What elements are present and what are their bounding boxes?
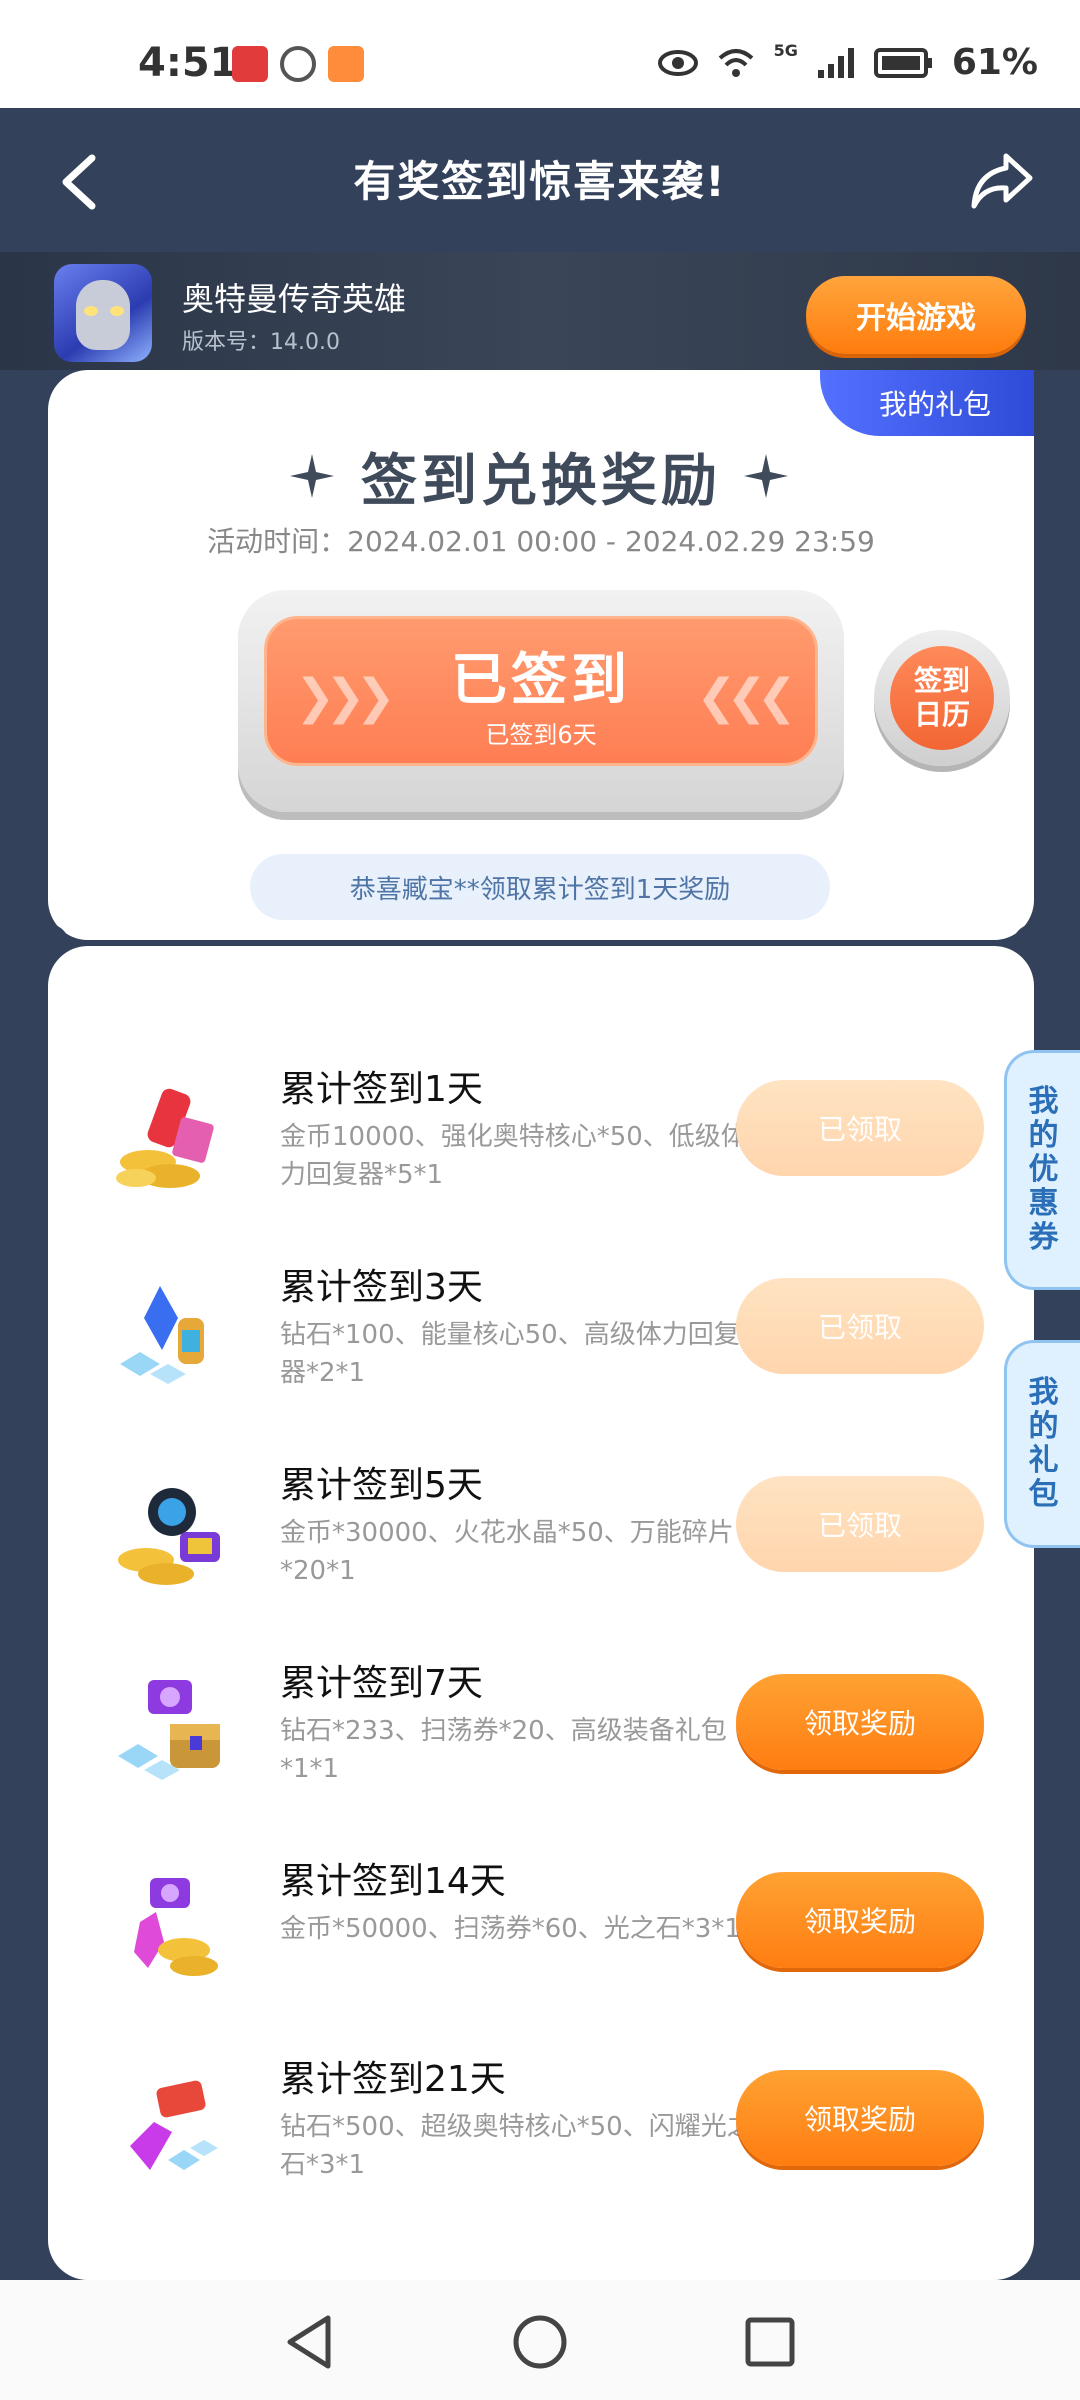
- eye-icon: [657, 49, 698, 76]
- calendar-label-line1: 签到: [913, 664, 970, 697]
- circle-home-icon[interactable]: [508, 2310, 572, 2374]
- reward-row: 累计签到5天 金币*30000、火花水晶*50、万能碎片*20*1 已领取: [48, 1450, 1034, 1648]
- game-logo-icon: [54, 264, 152, 362]
- treasure-chest-icon: [118, 1680, 220, 1780]
- my-coupons-tab[interactable]: 我的优惠券: [1004, 1050, 1080, 1290]
- reward-row: 累计签到14天 金币*50000、扫荡券*60、光之石*3*1 领取奖励: [48, 1846, 1034, 2044]
- reward-desc: 钻石*233、扫荡券*20、高级装备礼包*1*1: [280, 1716, 727, 1784]
- checkin-calendar-button[interactable]: 签到 日历: [874, 630, 1010, 766]
- light-stone-icon: [134, 1878, 218, 1976]
- claimed-button[interactable]: 已领取: [736, 1080, 984, 1176]
- calendar-label-line2: 日历: [913, 698, 970, 731]
- reward-row: 累计签到7天 钻石*233、扫荡券*20、高级装备礼包*1*1 领取奖励: [48, 1648, 1034, 1846]
- triangle-back-icon[interactable]: [278, 2310, 342, 2374]
- reward-row: 累计签到1天 金币10000、强化奥特核心*50、低级体力回复器*5*1 已领取: [48, 1054, 1034, 1252]
- game-bar: 奥特曼传奇英雄 版本号：14.0.0 开始游戏: [0, 252, 1080, 370]
- checkin-card: 我的礼包 签到兑换奖励 活动时间：2024.02.01 00:00 - 2024…: [48, 370, 1034, 940]
- share-icon[interactable]: [968, 150, 1034, 212]
- wechat-icon: [280, 46, 316, 82]
- checkin-button-face: ❯❯❯ 已签到 已签到6天 ❮❮❮: [264, 616, 818, 766]
- status-app-icons: [232, 46, 364, 82]
- card-heading: 签到兑换奖励: [361, 449, 721, 514]
- reward-desc: 金币*30000、火花水晶*50、万能碎片*20*1: [280, 1518, 734, 1586]
- battery-icon: [873, 47, 932, 78]
- congrats-banner: 恭喜臧宝**领取累计签到1天奖励: [250, 854, 830, 920]
- reward-desc: 钻石*100、能量核心50、高级体力回复器*2*1: [280, 1320, 740, 1388]
- crystal-energy-icon: [120, 1286, 204, 1384]
- reward-title: 累计签到1天: [280, 1069, 483, 1110]
- battery-percent: 61%: [951, 42, 1038, 83]
- my-gifts-tab[interactable]: 我的礼包: [1004, 1340, 1080, 1548]
- reward-desc: 钻石*500、超级奥特核心*50、闪耀光之石*3*1: [280, 2112, 753, 2180]
- activity-time: 活动时间：2024.02.01 00:00 - 2024.02.29 23:59: [207, 525, 875, 558]
- reward-desc: 金币*50000、扫荡券*60、光之石*3*1: [280, 1914, 741, 1944]
- video-app-icon: [328, 46, 364, 82]
- reward-row: 累计签到21天 钻石*500、超级奥特核心*50、闪耀光之石*3*1 领取奖励: [48, 2044, 1034, 2242]
- claim-reward-button[interactable]: 领取奖励: [736, 1674, 984, 1770]
- reward-title: 累计签到21天: [280, 2059, 506, 2100]
- claim-reward-button[interactable]: 领取奖励: [736, 2070, 984, 2166]
- my-coupons-label: 我的优惠券: [1028, 1084, 1059, 1255]
- game-name: 奥特曼传奇英雄: [182, 280, 407, 318]
- app-notification-icon: [232, 46, 268, 82]
- claimed-button[interactable]: 已领取: [736, 1476, 984, 1572]
- status-bar: 4:51 5G 61%: [0, 0, 1080, 108]
- gold-coins-gift-icon: [116, 1088, 214, 1188]
- reward-title: 累计签到5天: [280, 1465, 483, 1506]
- reward-title: 累计签到14天: [280, 1861, 506, 1902]
- square-recents-icon[interactable]: [738, 2310, 802, 2374]
- reward-title: 累计签到7天: [280, 1663, 483, 1704]
- reward-title: 累计签到3天: [280, 1267, 483, 1308]
- chevron-left-icon: ❮❮❮: [696, 669, 797, 725]
- start-game-button[interactable]: 开始游戏: [806, 276, 1026, 354]
- reward-list: 累计签到1天 金币10000、强化奥特核心*50、低级体力回复器*5*1 已领取…: [48, 946, 1034, 2280]
- reward-row: 累计签到3天 钻石*100、能量核心50、高级体力回复器*2*1 已领取: [48, 1252, 1034, 1450]
- my-gifts-label: 我的礼包: [1028, 1375, 1059, 1512]
- super-core-icon: [130, 2080, 218, 2170]
- page-title: 有奖签到惊喜来袭!: [353, 157, 727, 206]
- title-bar: 有奖签到惊喜来袭!: [0, 108, 1080, 252]
- network-type: 5G: [773, 41, 798, 60]
- my-gift-tab[interactable]: 我的礼包: [820, 370, 1034, 436]
- sparkle-icon: [744, 454, 788, 498]
- wifi-icon: [718, 48, 753, 77]
- reward-desc: 金币10000、强化奥特核心*50、低级体力回复器*5*1: [280, 1122, 747, 1190]
- checkin-button[interactable]: ❯❯❯ 已签到 已签到6天 ❮❮❮: [238, 590, 844, 812]
- calendar-icon: 签到 日历: [890, 646, 994, 750]
- spark-crystal-icon: [118, 1488, 220, 1585]
- signal-icon: [817, 47, 854, 78]
- status-indicators: 5G 61%: [657, 41, 1038, 83]
- claim-reward-button[interactable]: 领取奖励: [736, 1872, 984, 1968]
- system-nav-bar: [0, 2280, 1080, 2400]
- claimed-button[interactable]: 已领取: [736, 1278, 984, 1374]
- game-version: 版本号：14.0.0: [182, 330, 340, 355]
- status-time: 4:51: [138, 40, 238, 86]
